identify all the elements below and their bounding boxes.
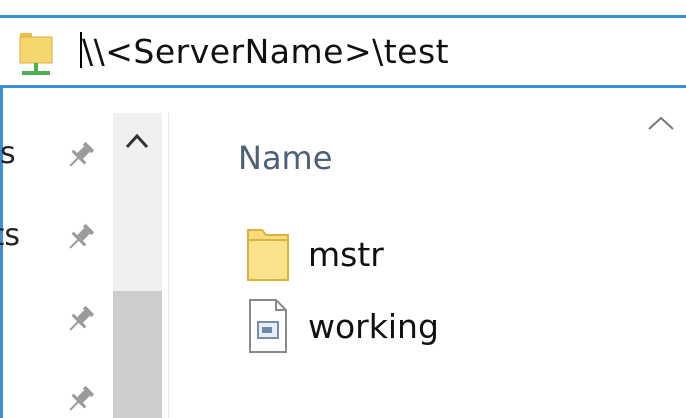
column-header-name[interactable]: Name: [238, 138, 332, 178]
title-bar: [0, 0, 686, 15]
pin-icon[interactable]: [62, 220, 98, 256]
nav-scrollbar[interactable]: [113, 113, 162, 418]
list-item[interactable]: mstr: [244, 226, 664, 286]
file-name: working: [308, 307, 439, 346]
chevron-up-icon[interactable]: [646, 114, 676, 132]
nav-item-label-2[interactable]: ts: [0, 218, 20, 253]
address-path-text[interactable]: \\<ServerName>\test: [82, 34, 449, 70]
list-item[interactable]: working: [244, 298, 664, 358]
pane-divider[interactable]: [168, 113, 169, 418]
address-bar[interactable]: \\<ServerName>\test: [0, 15, 686, 88]
pin-icon[interactable]: [62, 382, 98, 418]
pin-icon[interactable]: [62, 138, 98, 174]
scroll-up-arrow-icon[interactable]: [125, 133, 149, 149]
file-explorer-window: \\<ServerName>\test s ts: [0, 0, 686, 418]
file-name: mstr: [308, 235, 384, 274]
pin-icon[interactable]: [62, 302, 98, 338]
scrollbar-thumb[interactable]: [113, 291, 162, 418]
nav-item-label-1[interactable]: s: [0, 136, 20, 171]
document-icon: [249, 299, 287, 353]
network-folder-icon: [19, 33, 53, 75]
folder-icon: [247, 229, 289, 281]
